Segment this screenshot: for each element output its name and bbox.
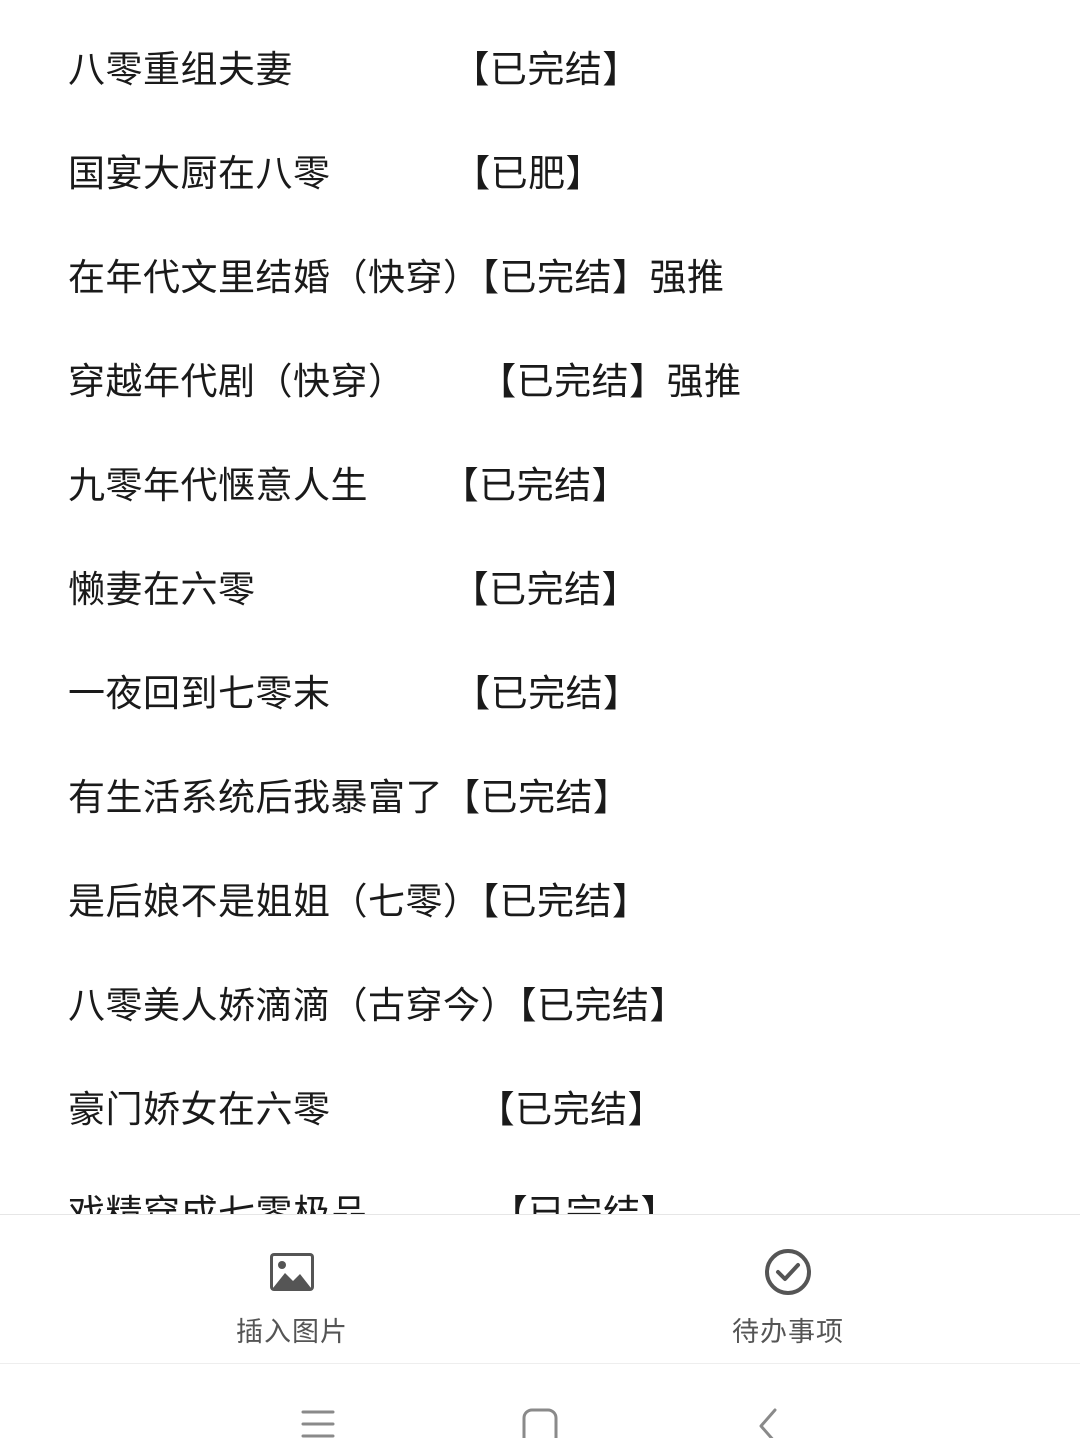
note-line[interactable]: 九零年代惬意人生 【已完结】 bbox=[68, 456, 629, 516]
note-line[interactable]: 豪门娇女在六零 【已完结】 bbox=[68, 1080, 665, 1140]
note-line[interactable]: 穿越年代剧（快穿） 【已完结】强推 bbox=[68, 352, 742, 412]
note-line[interactable]: 一夜回到七零末 【已完结】 bbox=[68, 664, 641, 724]
editor-toolbar: 插入图片 待办事项 bbox=[0, 1214, 1080, 1364]
back-icon bbox=[753, 1408, 783, 1438]
system-navigation-bar bbox=[0, 1364, 1080, 1438]
note-line[interactable]: 在年代文里结婚（快穿）【已完结】强推 bbox=[68, 248, 725, 308]
image-icon bbox=[268, 1248, 316, 1296]
menu-button[interactable] bbox=[288, 1408, 348, 1438]
home-icon bbox=[522, 1408, 558, 1438]
todo-label: 待办事项 bbox=[732, 1317, 844, 1348]
note-line[interactable]: 八零美人娇滴滴（古穿今）【已完结】 bbox=[68, 976, 687, 1036]
note-line[interactable]: 是后娘不是姐姐（七零）【已完结】 bbox=[68, 872, 650, 932]
todo-button[interactable]: 待办事项 bbox=[638, 1215, 938, 1363]
note-line[interactable]: 戏精穿成七零极品 【已完结】 bbox=[68, 1184, 678, 1214]
menu-icon bbox=[301, 1408, 335, 1438]
note-line[interactable]: 八零重组夫妻 【已完结】 bbox=[68, 40, 640, 100]
back-button[interactable] bbox=[738, 1408, 798, 1438]
check-circle-icon bbox=[764, 1248, 812, 1296]
insert-image-label: 插入图片 bbox=[236, 1317, 348, 1348]
note-line[interactable]: 有生活系统后我暴富了【已完结】 bbox=[68, 768, 631, 828]
home-button[interactable] bbox=[510, 1408, 570, 1438]
note-line[interactable]: 懒妻在六零 【已完结】 bbox=[68, 560, 639, 620]
insert-image-button[interactable]: 插入图片 bbox=[142, 1215, 442, 1363]
note-line[interactable]: 国宴大厨在八零 【已肥】 bbox=[68, 144, 603, 204]
note-editor[interactable]: 八零重组夫妻 【已完结】 国宴大厨在八零 【已肥】 在年代文里结婚（快穿）【已完… bbox=[0, 0, 1080, 1214]
